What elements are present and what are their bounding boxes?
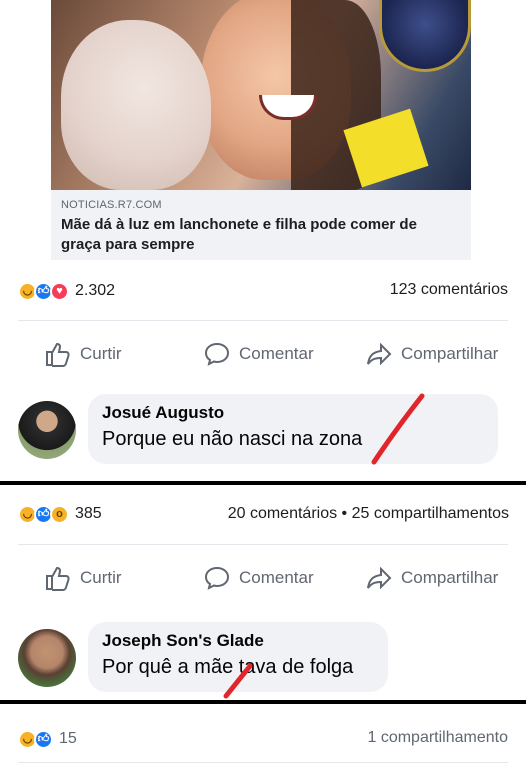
reaction-count: 15 xyxy=(59,730,77,747)
comment-author[interactable]: Josué Augusto xyxy=(102,403,224,423)
reactions-summary[interactable]: ◡ 👍︎ o 385 xyxy=(18,502,102,526)
divider xyxy=(18,762,508,763)
red-strike-mark xyxy=(223,663,253,699)
speech-bubble-icon xyxy=(204,566,230,590)
comment-label: Comentar xyxy=(239,344,314,363)
comment-author[interactable]: Joseph Son's Glade xyxy=(102,631,264,651)
divider xyxy=(18,320,508,321)
comment-text: Porque eu não nasci na zona xyxy=(102,428,363,450)
red-strike-mark xyxy=(371,393,425,465)
preview-photo xyxy=(51,0,471,190)
share-button[interactable]: Compartilhar xyxy=(365,562,498,594)
wow-icon: o xyxy=(50,504,69,524)
shares-count[interactable]: 1 compartilhamento xyxy=(367,729,508,747)
comment: Joseph Son's Glade Por quê a mãe tava de… xyxy=(18,622,508,692)
like-button[interactable]: Curtir xyxy=(44,338,122,370)
reactions-summary[interactable]: ◡ 👍︎ ♥ 2.302 xyxy=(18,279,115,303)
speech-bubble-icon xyxy=(204,342,230,366)
like-button[interactable]: Curtir xyxy=(44,562,122,594)
comment-label: Comentar xyxy=(239,568,314,587)
section-divider xyxy=(0,700,526,704)
share-label: Compartilhar xyxy=(401,568,499,587)
preview-domain: NOTICIAS.R7.COM xyxy=(61,199,162,211)
share-button[interactable]: Compartilhar xyxy=(365,338,498,370)
link-preview[interactable]: NOTICIAS.R7.COM Mãe dá à luz em lanchone… xyxy=(51,0,471,260)
comment-bubble: Josué Augusto Porque eu não nasci na zon… xyxy=(88,394,498,464)
reaction-count: 385 xyxy=(75,505,102,522)
post-stats[interactable]: 20 comentários • 25 compartilhamentos xyxy=(228,505,509,523)
thumbs-up-icon xyxy=(46,342,70,367)
preview-headline[interactable]: Mãe dá à luz em lanchonete e filha pode … xyxy=(61,215,461,255)
avatar[interactable] xyxy=(18,401,76,459)
share-arrow-icon xyxy=(367,342,392,366)
share-label: Compartilhar xyxy=(401,344,499,363)
action-bar: Curtir Comentar Compartilhar xyxy=(0,338,526,370)
photo-emblem xyxy=(379,0,471,72)
avatar[interactable] xyxy=(18,629,76,687)
like-label: Curtir xyxy=(80,344,122,363)
section-divider xyxy=(0,481,526,485)
reaction-count: 2.302 xyxy=(75,282,116,299)
like-label: Curtir xyxy=(80,568,122,587)
comment: Josué Augusto Porque eu não nasci na zon… xyxy=(18,394,508,464)
action-bar: Curtir Comentar Compartilhar xyxy=(0,562,526,594)
comment-button[interactable]: Comentar xyxy=(203,562,314,594)
divider xyxy=(18,544,508,545)
share-arrow-icon xyxy=(367,566,392,590)
like-icon: 👍︎ xyxy=(34,729,53,749)
love-icon: ♥ xyxy=(50,281,69,301)
photo-baby xyxy=(61,20,211,190)
comments-count[interactable]: 123 comentários xyxy=(390,281,508,299)
comment-button[interactable]: Comentar xyxy=(203,338,314,370)
reactions-summary[interactable]: ◡ 👍︎ 15 xyxy=(18,727,77,751)
thumbs-up-icon xyxy=(46,566,70,591)
